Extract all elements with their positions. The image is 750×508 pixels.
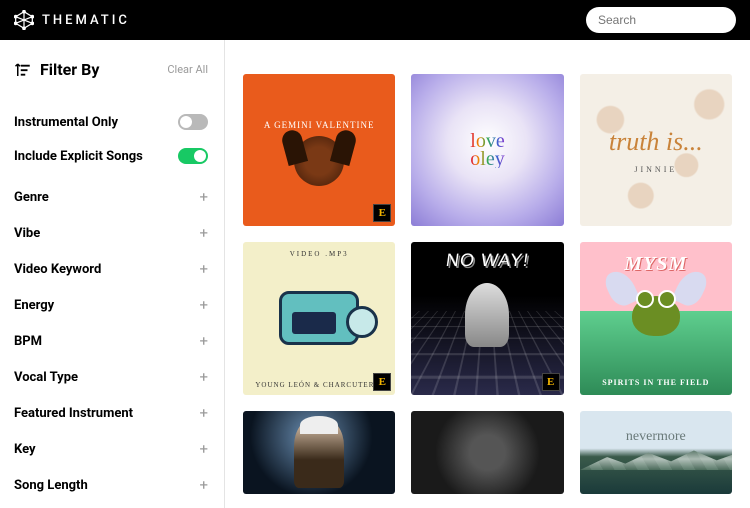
- filter-header: Filter By Clear All: [14, 60, 208, 79]
- album-art: [294, 418, 344, 488]
- filter-title-text: Filter By: [40, 60, 99, 79]
- plus-icon: +: [199, 404, 208, 422]
- album-card[interactable]: [243, 411, 395, 495]
- brand-text: THEMATIC: [42, 13, 130, 28]
- filter-label: BPM: [14, 334, 42, 349]
- plus-icon: +: [199, 332, 208, 350]
- filter-cat-vibe[interactable]: Vibe +: [14, 215, 208, 251]
- explicit-badge: E: [373, 373, 391, 391]
- search-input[interactable]: [598, 13, 724, 27]
- album-title: nevermore: [580, 429, 732, 445]
- main-layout: Filter By Clear All Instrumental Only In…: [0, 40, 750, 508]
- album-title: loveoley: [470, 132, 504, 168]
- plus-icon: +: [199, 368, 208, 386]
- album-title: truth is...: [609, 127, 703, 157]
- album-title: A GEMINI VALENTINE: [264, 120, 375, 130]
- album-artist: SPIRITS IN THE FIELD: [602, 378, 709, 387]
- filter-cat-energy[interactable]: Energy +: [14, 287, 208, 323]
- explicit-toggle[interactable]: [178, 148, 208, 164]
- filter-label: Featured Instrument: [14, 406, 133, 421]
- plus-icon: +: [199, 224, 208, 242]
- album-art: [294, 136, 344, 186]
- app-header: THEMATIC: [0, 0, 750, 40]
- album-title: NO WAY!: [445, 250, 531, 271]
- plus-icon: +: [199, 188, 208, 206]
- album-card[interactable]: truth is... JINNIE: [580, 74, 732, 226]
- toggle-label: Include Explicit Songs: [14, 149, 143, 164]
- album-card[interactable]: MYSM SPIRITS IN THE FIELD: [580, 242, 732, 394]
- logo-icon: [14, 10, 34, 30]
- album-card[interactable]: A GEMINI VALENTINE E: [243, 74, 395, 226]
- instrumental-toggle[interactable]: [178, 114, 208, 130]
- filter-label: Song Length: [14, 478, 88, 493]
- album-title: VIDEO .MP3: [290, 250, 349, 258]
- clear-all-button[interactable]: Clear All: [167, 63, 208, 76]
- plus-icon: +: [199, 260, 208, 278]
- album-art: [279, 291, 359, 345]
- explicit-badge: E: [373, 204, 391, 222]
- plus-icon: +: [199, 476, 208, 494]
- filter-cat-song-length[interactable]: Song Length +: [14, 467, 208, 503]
- album-title: MYSM: [624, 253, 687, 276]
- album-card[interactable]: nevermore: [580, 411, 732, 495]
- album-art: [632, 296, 680, 336]
- toggle-explicit: Include Explicit Songs: [14, 139, 208, 173]
- album-card[interactable]: NO WAY! E: [411, 242, 563, 394]
- filter-icon: [14, 61, 32, 79]
- filter-label: Vibe: [14, 226, 40, 241]
- plus-icon: +: [199, 440, 208, 458]
- search-box[interactable]: [586, 7, 736, 33]
- toggle-label: Instrumental Only: [14, 115, 118, 130]
- filter-label: Genre: [14, 190, 49, 205]
- filter-sidebar: Filter By Clear All Instrumental Only In…: [0, 40, 225, 508]
- filter-cat-genre[interactable]: Genre +: [14, 179, 208, 215]
- album-card[interactable]: loveoley: [411, 74, 563, 226]
- filter-cat-vocal-type[interactable]: Vocal Type +: [14, 359, 208, 395]
- album-art: [465, 283, 509, 347]
- filter-label: Video Keyword: [14, 262, 101, 277]
- filter-cat-bpm[interactable]: BPM +: [14, 323, 208, 359]
- album-card[interactable]: VIDEO .MP3 YOUNG LEÓN & CHARCUTERIE E: [243, 242, 395, 394]
- filter-label: Energy: [14, 298, 54, 313]
- filter-cat-video-keyword[interactable]: Video Keyword +: [14, 251, 208, 287]
- brand[interactable]: THEMATIC: [14, 10, 130, 30]
- toggle-instrumental: Instrumental Only: [14, 105, 208, 139]
- album-artist: JINNIE: [634, 165, 677, 174]
- filter-label: Vocal Type: [14, 370, 78, 385]
- explicit-badge: E: [542, 373, 560, 391]
- album-card[interactable]: [411, 411, 563, 495]
- filter-cat-key[interactable]: Key +: [14, 431, 208, 467]
- filter-cat-featured-instrument[interactable]: Featured Instrument +: [14, 395, 208, 431]
- plus-icon: +: [199, 296, 208, 314]
- album-grid: A GEMINI VALENTINE E loveoley truth is..…: [225, 40, 750, 508]
- filter-label: Key: [14, 442, 36, 457]
